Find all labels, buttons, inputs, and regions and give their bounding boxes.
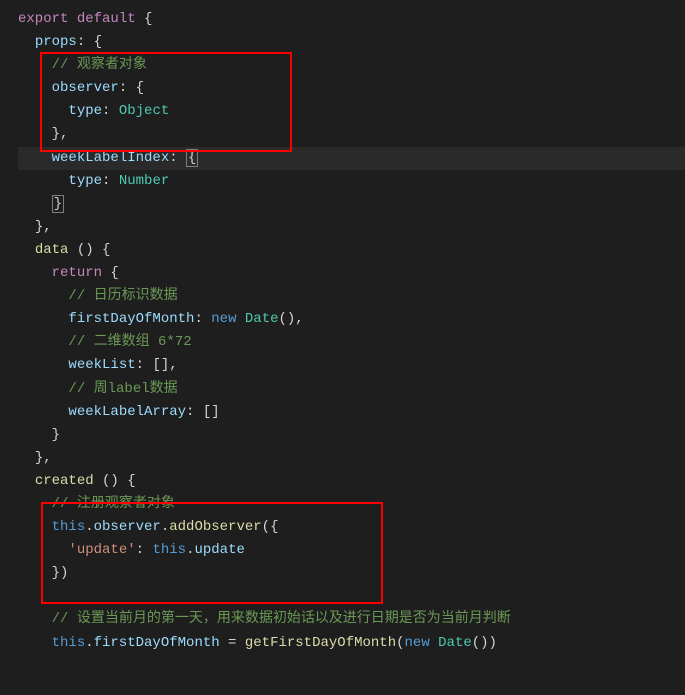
code-line[interactable]: }): [18, 562, 685, 585]
punct: :: [194, 311, 211, 327]
prop-observer: observer: [94, 519, 161, 535]
punct: (),: [279, 311, 304, 327]
brace-matched: }: [52, 195, 64, 213]
code-line[interactable]: },: [18, 123, 685, 146]
keyword-return: return: [52, 265, 102, 281]
punct: () {: [68, 242, 110, 258]
string-update: 'update': [68, 542, 135, 558]
code-line[interactable]: props: {: [18, 31, 685, 54]
brace-matched: {: [186, 149, 198, 167]
code-line[interactable]: // 观察者对象: [18, 54, 685, 77]
code-line[interactable]: firstDayOfMonth: new Date(),: [18, 308, 685, 331]
code-line[interactable]: observer: {: [18, 77, 685, 100]
punct: : {: [77, 34, 102, 50]
punct: : [],: [136, 357, 178, 373]
method-created: created: [35, 473, 94, 489]
code-line[interactable]: data () {: [18, 239, 685, 262]
code-line[interactable]: }: [18, 193, 685, 216]
keyword-this: this: [52, 635, 86, 651]
keyword-this: this: [52, 519, 86, 535]
prop-type: type: [68, 173, 102, 189]
type-object: Object: [119, 103, 169, 119]
prop-update: update: [194, 542, 244, 558]
comment: // 观察者对象: [52, 57, 147, 73]
punct: ({: [262, 519, 279, 535]
method-addobserver: addObserver: [169, 519, 261, 535]
comment: // 日历标识数据: [68, 288, 177, 304]
type-date: Date: [236, 311, 278, 327]
prop-type: type: [68, 103, 102, 119]
code-line[interactable]: [18, 585, 685, 608]
code-line[interactable]: this.firstDayOfMonth = getFirstDayOfMont…: [18, 632, 685, 655]
code-line[interactable]: weekLabelArray: []: [18, 401, 685, 424]
code-line[interactable]: }: [18, 424, 685, 447]
brace: },: [35, 450, 52, 466]
prop-weeklabelindex: weekLabelIndex: [52, 150, 170, 166]
prop-firstdayofmonth: firstDayOfMonth: [68, 311, 194, 327]
code-line[interactable]: type: Object: [18, 100, 685, 123]
comment: // 二维数组 6*72: [68, 334, 191, 350]
punct: :: [169, 150, 186, 166]
punct: : []: [186, 404, 220, 420]
code-line-current[interactable]: weekLabelIndex: {: [18, 147, 685, 170]
prop-weeklist: weekList: [68, 357, 135, 373]
punct: .: [161, 519, 169, 535]
operator: =: [220, 635, 245, 651]
punct: ()): [472, 635, 497, 651]
code-line[interactable]: return {: [18, 262, 685, 285]
comment: // 设置当前月的第一天，用来数据初始话以及进行日期是否为当前月判断: [52, 611, 511, 627]
prop-props: props: [35, 34, 77, 50]
brace: }): [52, 565, 69, 581]
keyword-new: new: [405, 635, 430, 651]
method-data: data: [35, 242, 69, 258]
code-line[interactable]: // 二维数组 6*72: [18, 331, 685, 354]
code-line[interactable]: created () {: [18, 470, 685, 493]
code-line[interactable]: },: [18, 447, 685, 470]
prop-observer: observer: [52, 80, 119, 96]
punct: .: [85, 519, 93, 535]
func-getfirstdayofmonth: getFirstDayOfMonth: [245, 635, 396, 651]
prop-weeklabelarray: weekLabelArray: [68, 404, 186, 420]
brace: },: [52, 126, 69, 142]
code-line[interactable]: },: [18, 216, 685, 239]
keyword-this: this: [152, 542, 186, 558]
punct: :: [136, 542, 153, 558]
code-line[interactable]: // 设置当前月的第一天，用来数据初始话以及进行日期是否为当前月判断: [18, 608, 685, 631]
keyword-default: default: [77, 11, 136, 27]
type-date: Date: [430, 635, 472, 651]
punct: (: [396, 635, 404, 651]
comment: // 周label数据: [68, 381, 177, 397]
keyword-export: export: [18, 11, 68, 27]
punct: : {: [119, 80, 144, 96]
code-line[interactable]: // 注册观察者对象: [18, 493, 685, 516]
brace: {: [102, 265, 119, 281]
code-line[interactable]: // 周label数据: [18, 378, 685, 401]
code-line[interactable]: 'update': this.update: [18, 539, 685, 562]
comment: // 注册观察者对象: [52, 496, 175, 512]
brace: }: [52, 427, 60, 443]
code-line[interactable]: // 日历标识数据: [18, 285, 685, 308]
brace: },: [35, 219, 52, 235]
punct: .: [85, 635, 93, 651]
punct: () {: [94, 473, 136, 489]
brace: {: [136, 11, 153, 27]
code-line[interactable]: weekList: [],: [18, 354, 685, 377]
keyword-new: new: [211, 311, 236, 327]
code-line[interactable]: this.observer.addObserver({: [18, 516, 685, 539]
code-line[interactable]: export default {: [18, 8, 685, 31]
punct: :: [102, 173, 119, 189]
type-number: Number: [119, 173, 169, 189]
prop-firstdayofmonth: firstDayOfMonth: [94, 635, 220, 651]
punct: :: [102, 103, 119, 119]
code-line[interactable]: type: Number: [18, 170, 685, 193]
code-editor[interactable]: export default { props: { // 观察者对象 obser…: [0, 8, 685, 655]
